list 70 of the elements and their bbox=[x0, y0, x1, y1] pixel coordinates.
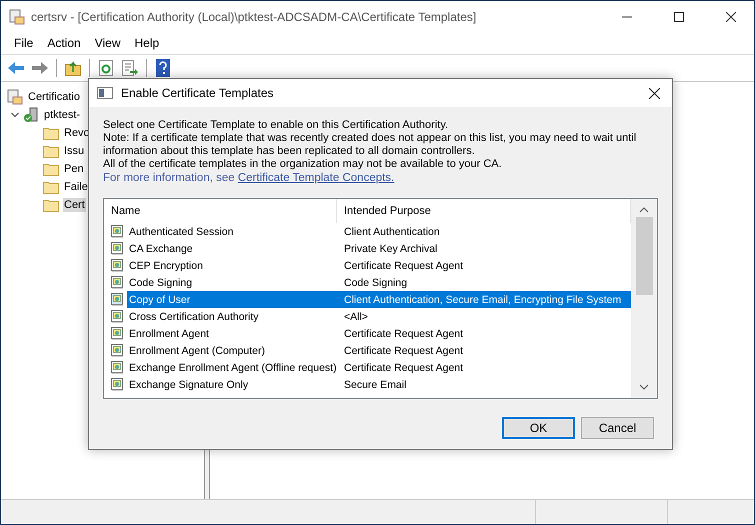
template-name[interactable]: Exchange Enrollment Agent (Offline request) bbox=[127, 359, 339, 376]
intended-purpose: Code Signing bbox=[343, 276, 408, 290]
help-button[interactable] bbox=[153, 58, 173, 78]
refresh-button[interactable] bbox=[96, 58, 116, 78]
certificate-icon bbox=[111, 242, 124, 256]
intended-purpose: Secure Email bbox=[343, 378, 408, 392]
dialog-button[interactable]: Cancel bbox=[581, 417, 654, 439]
certificate-icon bbox=[111, 360, 124, 374]
template-name[interactable]: Enrollment Agent (Computer) bbox=[127, 342, 339, 359]
certificate-server-icon bbox=[7, 89, 23, 105]
description-text: information about this template has been replicated to all domain controllers. bbox=[103, 145, 476, 158]
certificate-icon bbox=[111, 378, 124, 392]
server-icon bbox=[23, 107, 39, 123]
certificate-icon bbox=[111, 326, 124, 340]
tree-item[interactable]: Faile bbox=[63, 180, 89, 194]
dialog-button[interactable]: OK bbox=[502, 417, 575, 439]
certificate-icon bbox=[111, 276, 124, 290]
menu-item[interactable]: File bbox=[7, 34, 40, 52]
template-name[interactable]: Authenticated Session bbox=[127, 223, 339, 240]
tree-item[interactable]: Issu bbox=[63, 144, 86, 158]
template-name[interactable]: Cross Certification Authority bbox=[127, 308, 339, 325]
intended-purpose: Client Authentication, Secure Email, Encrypting File System bbox=[339, 291, 631, 308]
column-header[interactable]: Intended Purpose bbox=[337, 199, 631, 223]
template-name[interactable]: Copy of User bbox=[127, 291, 339, 308]
maximize-icon bbox=[674, 12, 684, 22]
intended-purpose: Certificate Request Agent bbox=[343, 344, 464, 358]
tree-item[interactable]: Cert bbox=[63, 198, 86, 212]
template-name[interactable]: Exchange Signature Only bbox=[127, 376, 339, 393]
certificate-icon bbox=[111, 258, 124, 272]
intended-purpose: <All> bbox=[343, 310, 369, 324]
scrollbar[interactable] bbox=[631, 199, 657, 398]
window-icon bbox=[97, 87, 113, 99]
window-title: certsrv - [Certification Authority (Local)\ptktest-ADCSADM-CA\Certificate Templates] bbox=[31, 10, 478, 24]
intended-purpose: Certificate Request Agent bbox=[343, 258, 464, 274]
description-text: Select one Certificate Template to enable on this Certification Authority. bbox=[103, 119, 450, 132]
certificate-icon bbox=[111, 344, 124, 358]
close-icon bbox=[726, 12, 736, 22]
template-name[interactable]: Enrollment Agent bbox=[127, 325, 339, 342]
menu-item[interactable]: Action bbox=[40, 34, 88, 52]
folder-icon bbox=[43, 126, 59, 140]
template-name[interactable]: CEP Encryption bbox=[127, 257, 339, 274]
description-text: Note: If a certificate template that was recently created does not appear on this list, you may need to wait until bbox=[103, 132, 638, 145]
intended-purpose: Client Authentication bbox=[343, 224, 441, 240]
folder-icon bbox=[43, 162, 59, 176]
menu-item[interactable]: View bbox=[88, 34, 128, 52]
certificate-icon bbox=[111, 224, 124, 238]
folder-icon bbox=[43, 144, 59, 158]
intended-purpose: Certificate Request Agent bbox=[343, 360, 464, 376]
info-text: For more information, see bbox=[103, 171, 236, 185]
certificate-icon bbox=[111, 292, 124, 306]
tree-item[interactable]: Certificatio bbox=[27, 90, 81, 104]
dialog-title: Enable Certificate Templates bbox=[121, 86, 275, 100]
folder-icon bbox=[43, 198, 59, 212]
close-icon bbox=[648, 88, 660, 98]
template-name[interactable]: Code Signing bbox=[127, 274, 339, 291]
chevron-icon[interactable] bbox=[11, 112, 19, 118]
up-folder-button[interactable] bbox=[63, 58, 83, 78]
menu-item[interactable]: Help bbox=[128, 34, 166, 52]
tree-item[interactable]: Pen bbox=[63, 162, 85, 176]
help-link[interactable]: Certificate Template Concepts. bbox=[238, 171, 394, 185]
template-name[interactable]: CA Exchange bbox=[127, 240, 339, 257]
intended-purpose: Certificate Request Agent bbox=[343, 326, 464, 342]
description-text: All of the certificate templates in the organization may not be available to your CA. bbox=[103, 158, 503, 171]
folder-icon bbox=[43, 180, 59, 194]
intended-purpose: Private Key Archival bbox=[343, 242, 438, 256]
export-list-button[interactable] bbox=[120, 58, 140, 78]
app-icon bbox=[9, 8, 25, 24]
tree-item[interactable]: ptktest- bbox=[43, 108, 82, 122]
certificate-icon bbox=[111, 310, 124, 324]
column-header[interactable]: Name bbox=[104, 199, 337, 223]
